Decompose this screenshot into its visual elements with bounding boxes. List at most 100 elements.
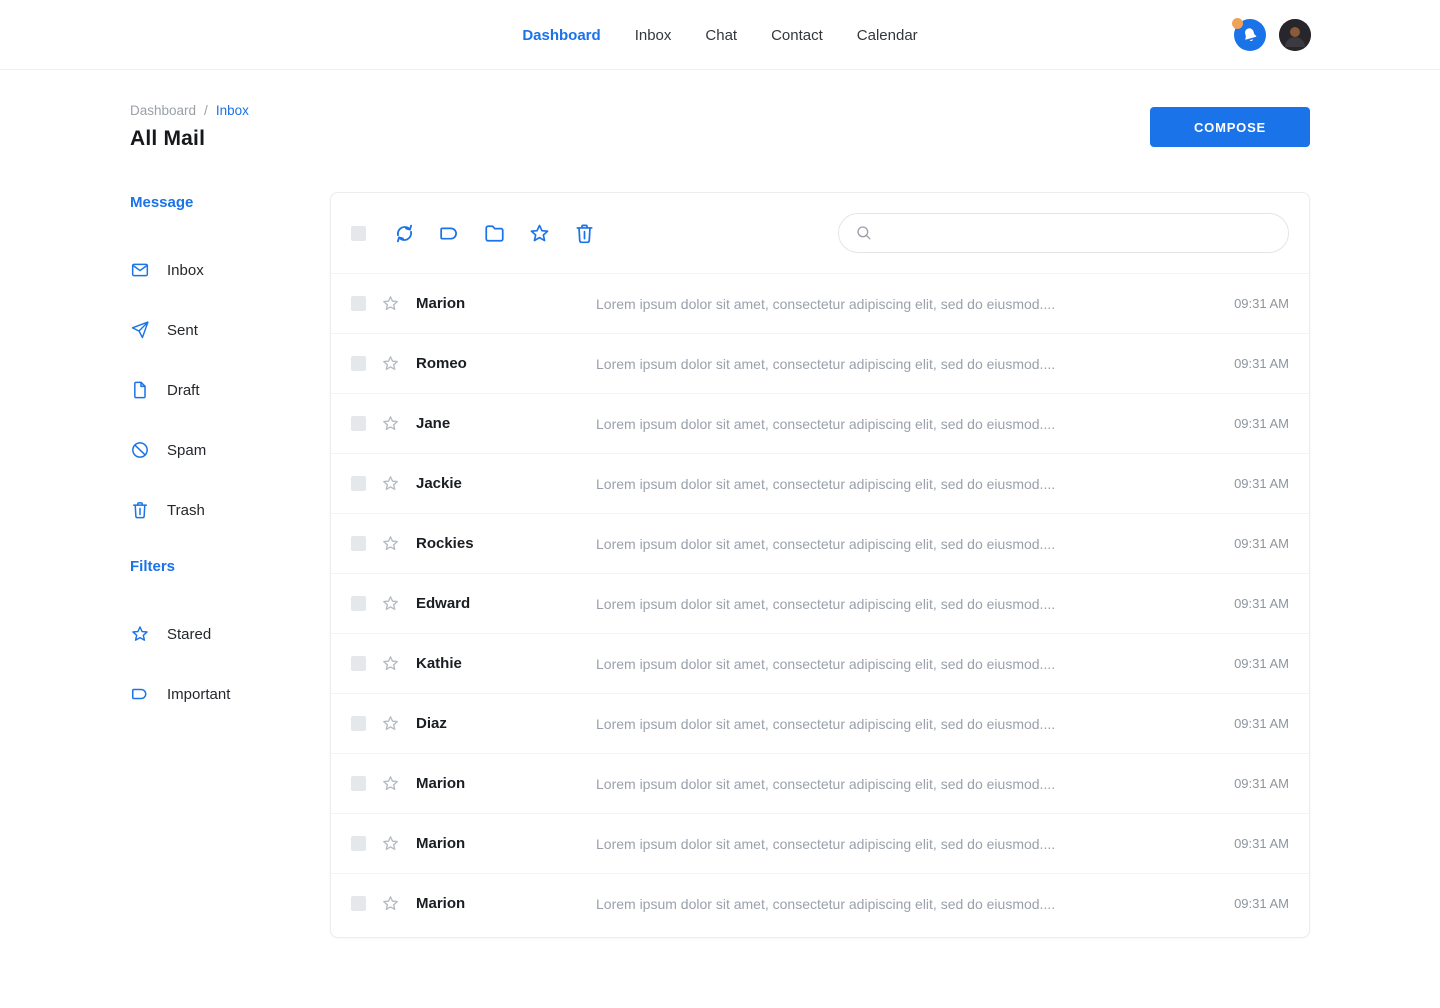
mail-sender: Jackie bbox=[416, 475, 596, 492]
row-checkbox[interactable] bbox=[351, 296, 366, 311]
sidebar-item-inbox[interactable]: Inbox bbox=[130, 240, 330, 300]
sidebar-item-label: Trash bbox=[167, 502, 205, 519]
mail-sender: Rockies bbox=[416, 535, 596, 552]
user-avatar[interactable] bbox=[1279, 19, 1311, 51]
nav-contact[interactable]: Contact bbox=[771, 27, 823, 44]
block-icon bbox=[130, 440, 150, 460]
star-icon[interactable] bbox=[381, 774, 400, 793]
star-icon[interactable] bbox=[381, 294, 400, 313]
breadcrumb: Dashboard / Inbox bbox=[130, 103, 1310, 118]
nav-dashboard[interactable]: Dashboard bbox=[522, 27, 600, 44]
sidebar-item-label: Important bbox=[167, 686, 230, 703]
mail-sender: Diaz bbox=[416, 715, 596, 732]
mail-time: 09:31 AM bbox=[1234, 656, 1289, 671]
mail-time: 09:31 AM bbox=[1234, 356, 1289, 371]
sidebar-item-important[interactable]: Important bbox=[130, 664, 330, 724]
mail-preview: Lorem ipsum dolor sit amet, consectetur … bbox=[596, 536, 1220, 552]
row-checkbox[interactable] bbox=[351, 356, 366, 371]
mail-row[interactable]: Marion Lorem ipsum dolor sit amet, conse… bbox=[331, 273, 1309, 333]
row-checkbox[interactable] bbox=[351, 416, 366, 431]
star-icon[interactable] bbox=[381, 834, 400, 853]
row-checkbox[interactable] bbox=[351, 596, 366, 611]
row-checkbox[interactable] bbox=[351, 896, 366, 911]
avatar-image bbox=[1279, 19, 1311, 51]
mail-sender: Romeo bbox=[416, 355, 596, 372]
search-input[interactable] bbox=[838, 213, 1289, 253]
mail-list-card: Marion Lorem ipsum dolor sit amet, conse… bbox=[330, 192, 1310, 938]
star-icon bbox=[130, 624, 150, 644]
row-checkbox[interactable] bbox=[351, 656, 366, 671]
sidebar-item-label: Stared bbox=[167, 626, 211, 643]
sidebar-item-spam[interactable]: Spam bbox=[130, 420, 330, 480]
star-icon[interactable] bbox=[381, 354, 400, 373]
nav-chat[interactable]: Chat bbox=[705, 27, 737, 44]
star-icon[interactable] bbox=[381, 534, 400, 553]
mail-time: 09:31 AM bbox=[1234, 296, 1289, 311]
sidebar-item-label: Inbox bbox=[167, 262, 204, 279]
mail-time: 09:31 AM bbox=[1234, 896, 1289, 911]
star-icon[interactable] bbox=[381, 894, 400, 913]
move-to-folder-button[interactable] bbox=[483, 222, 506, 245]
mail-row[interactable]: Rockies Lorem ipsum dolor sit amet, cons… bbox=[331, 513, 1309, 573]
select-all-checkbox[interactable] bbox=[351, 226, 366, 241]
mail-toolbar bbox=[331, 193, 1309, 273]
mail-row[interactable]: Marion Lorem ipsum dolor sit amet, conse… bbox=[331, 873, 1309, 933]
star-icon[interactable] bbox=[381, 654, 400, 673]
sidebar-item-label: Spam bbox=[167, 442, 206, 459]
row-checkbox[interactable] bbox=[351, 716, 366, 731]
mail-time: 09:31 AM bbox=[1234, 836, 1289, 851]
mail-sender: Marion bbox=[416, 895, 596, 912]
mail-time: 09:31 AM bbox=[1234, 416, 1289, 431]
file-icon bbox=[130, 380, 150, 400]
breadcrumb-dashboard[interactable]: Dashboard bbox=[130, 103, 196, 118]
delete-button[interactable] bbox=[573, 222, 596, 245]
sidebar-item-label: Sent bbox=[167, 322, 198, 339]
sidebar-item-sent[interactable]: Sent bbox=[130, 300, 330, 360]
nav-inbox[interactable]: Inbox bbox=[635, 27, 672, 44]
nav-calendar[interactable]: Calendar bbox=[857, 27, 918, 44]
mail-sender: Marion bbox=[416, 295, 596, 312]
star-icon[interactable] bbox=[381, 714, 400, 733]
notification-badge bbox=[1232, 18, 1243, 29]
mail-time: 09:31 AM bbox=[1234, 716, 1289, 731]
notifications-button[interactable] bbox=[1234, 19, 1266, 51]
envelope-icon bbox=[130, 260, 150, 280]
label-button[interactable] bbox=[438, 222, 461, 245]
mail-row[interactable]: Marion Lorem ipsum dolor sit amet, conse… bbox=[331, 813, 1309, 873]
mail-row[interactable]: Edward Lorem ipsum dolor sit amet, conse… bbox=[331, 573, 1309, 633]
star-icon[interactable] bbox=[381, 594, 400, 613]
mail-sender: Edward bbox=[416, 595, 596, 612]
mail-preview: Lorem ipsum dolor sit amet, consectetur … bbox=[596, 656, 1220, 672]
star-icon[interactable] bbox=[381, 474, 400, 493]
refresh-icon bbox=[393, 222, 416, 245]
compose-button[interactable]: COMPOSE bbox=[1150, 107, 1310, 147]
star-button[interactable] bbox=[528, 222, 551, 245]
star-icon bbox=[528, 222, 551, 245]
star-icon[interactable] bbox=[381, 414, 400, 433]
mail-sender: Jane bbox=[416, 415, 596, 432]
breadcrumb-separator: / bbox=[204, 103, 208, 118]
mail-row[interactable]: Marion Lorem ipsum dolor sit amet, conse… bbox=[331, 753, 1309, 813]
sidebar-item-trash[interactable]: Trash bbox=[130, 480, 330, 540]
mail-row[interactable]: Jane Lorem ipsum dolor sit amet, consect… bbox=[331, 393, 1309, 453]
sidebar-item-stared[interactable]: Stared bbox=[130, 604, 330, 664]
sidebar-item-draft[interactable]: Draft bbox=[130, 360, 330, 420]
refresh-button[interactable] bbox=[393, 222, 416, 245]
breadcrumb-inbox[interactable]: Inbox bbox=[216, 103, 249, 118]
row-checkbox[interactable] bbox=[351, 476, 366, 491]
trash-icon bbox=[130, 500, 150, 520]
mail-time: 09:31 AM bbox=[1234, 536, 1289, 551]
row-checkbox[interactable] bbox=[351, 836, 366, 851]
mail-sender: Marion bbox=[416, 775, 596, 792]
mail-row[interactable]: Jackie Lorem ipsum dolor sit amet, conse… bbox=[331, 453, 1309, 513]
row-checkbox[interactable] bbox=[351, 536, 366, 551]
row-checkbox[interactable] bbox=[351, 776, 366, 791]
send-icon bbox=[130, 320, 150, 340]
mail-row[interactable]: Diaz Lorem ipsum dolor sit amet, consect… bbox=[331, 693, 1309, 753]
mail-time: 09:31 AM bbox=[1234, 476, 1289, 491]
page-title: All Mail bbox=[130, 127, 1310, 151]
mail-time: 09:31 AM bbox=[1234, 776, 1289, 791]
mail-row[interactable]: Kathie Lorem ipsum dolor sit amet, conse… bbox=[331, 633, 1309, 693]
mail-row[interactable]: Romeo Lorem ipsum dolor sit amet, consec… bbox=[331, 333, 1309, 393]
mail-preview: Lorem ipsum dolor sit amet, consectetur … bbox=[596, 416, 1220, 432]
